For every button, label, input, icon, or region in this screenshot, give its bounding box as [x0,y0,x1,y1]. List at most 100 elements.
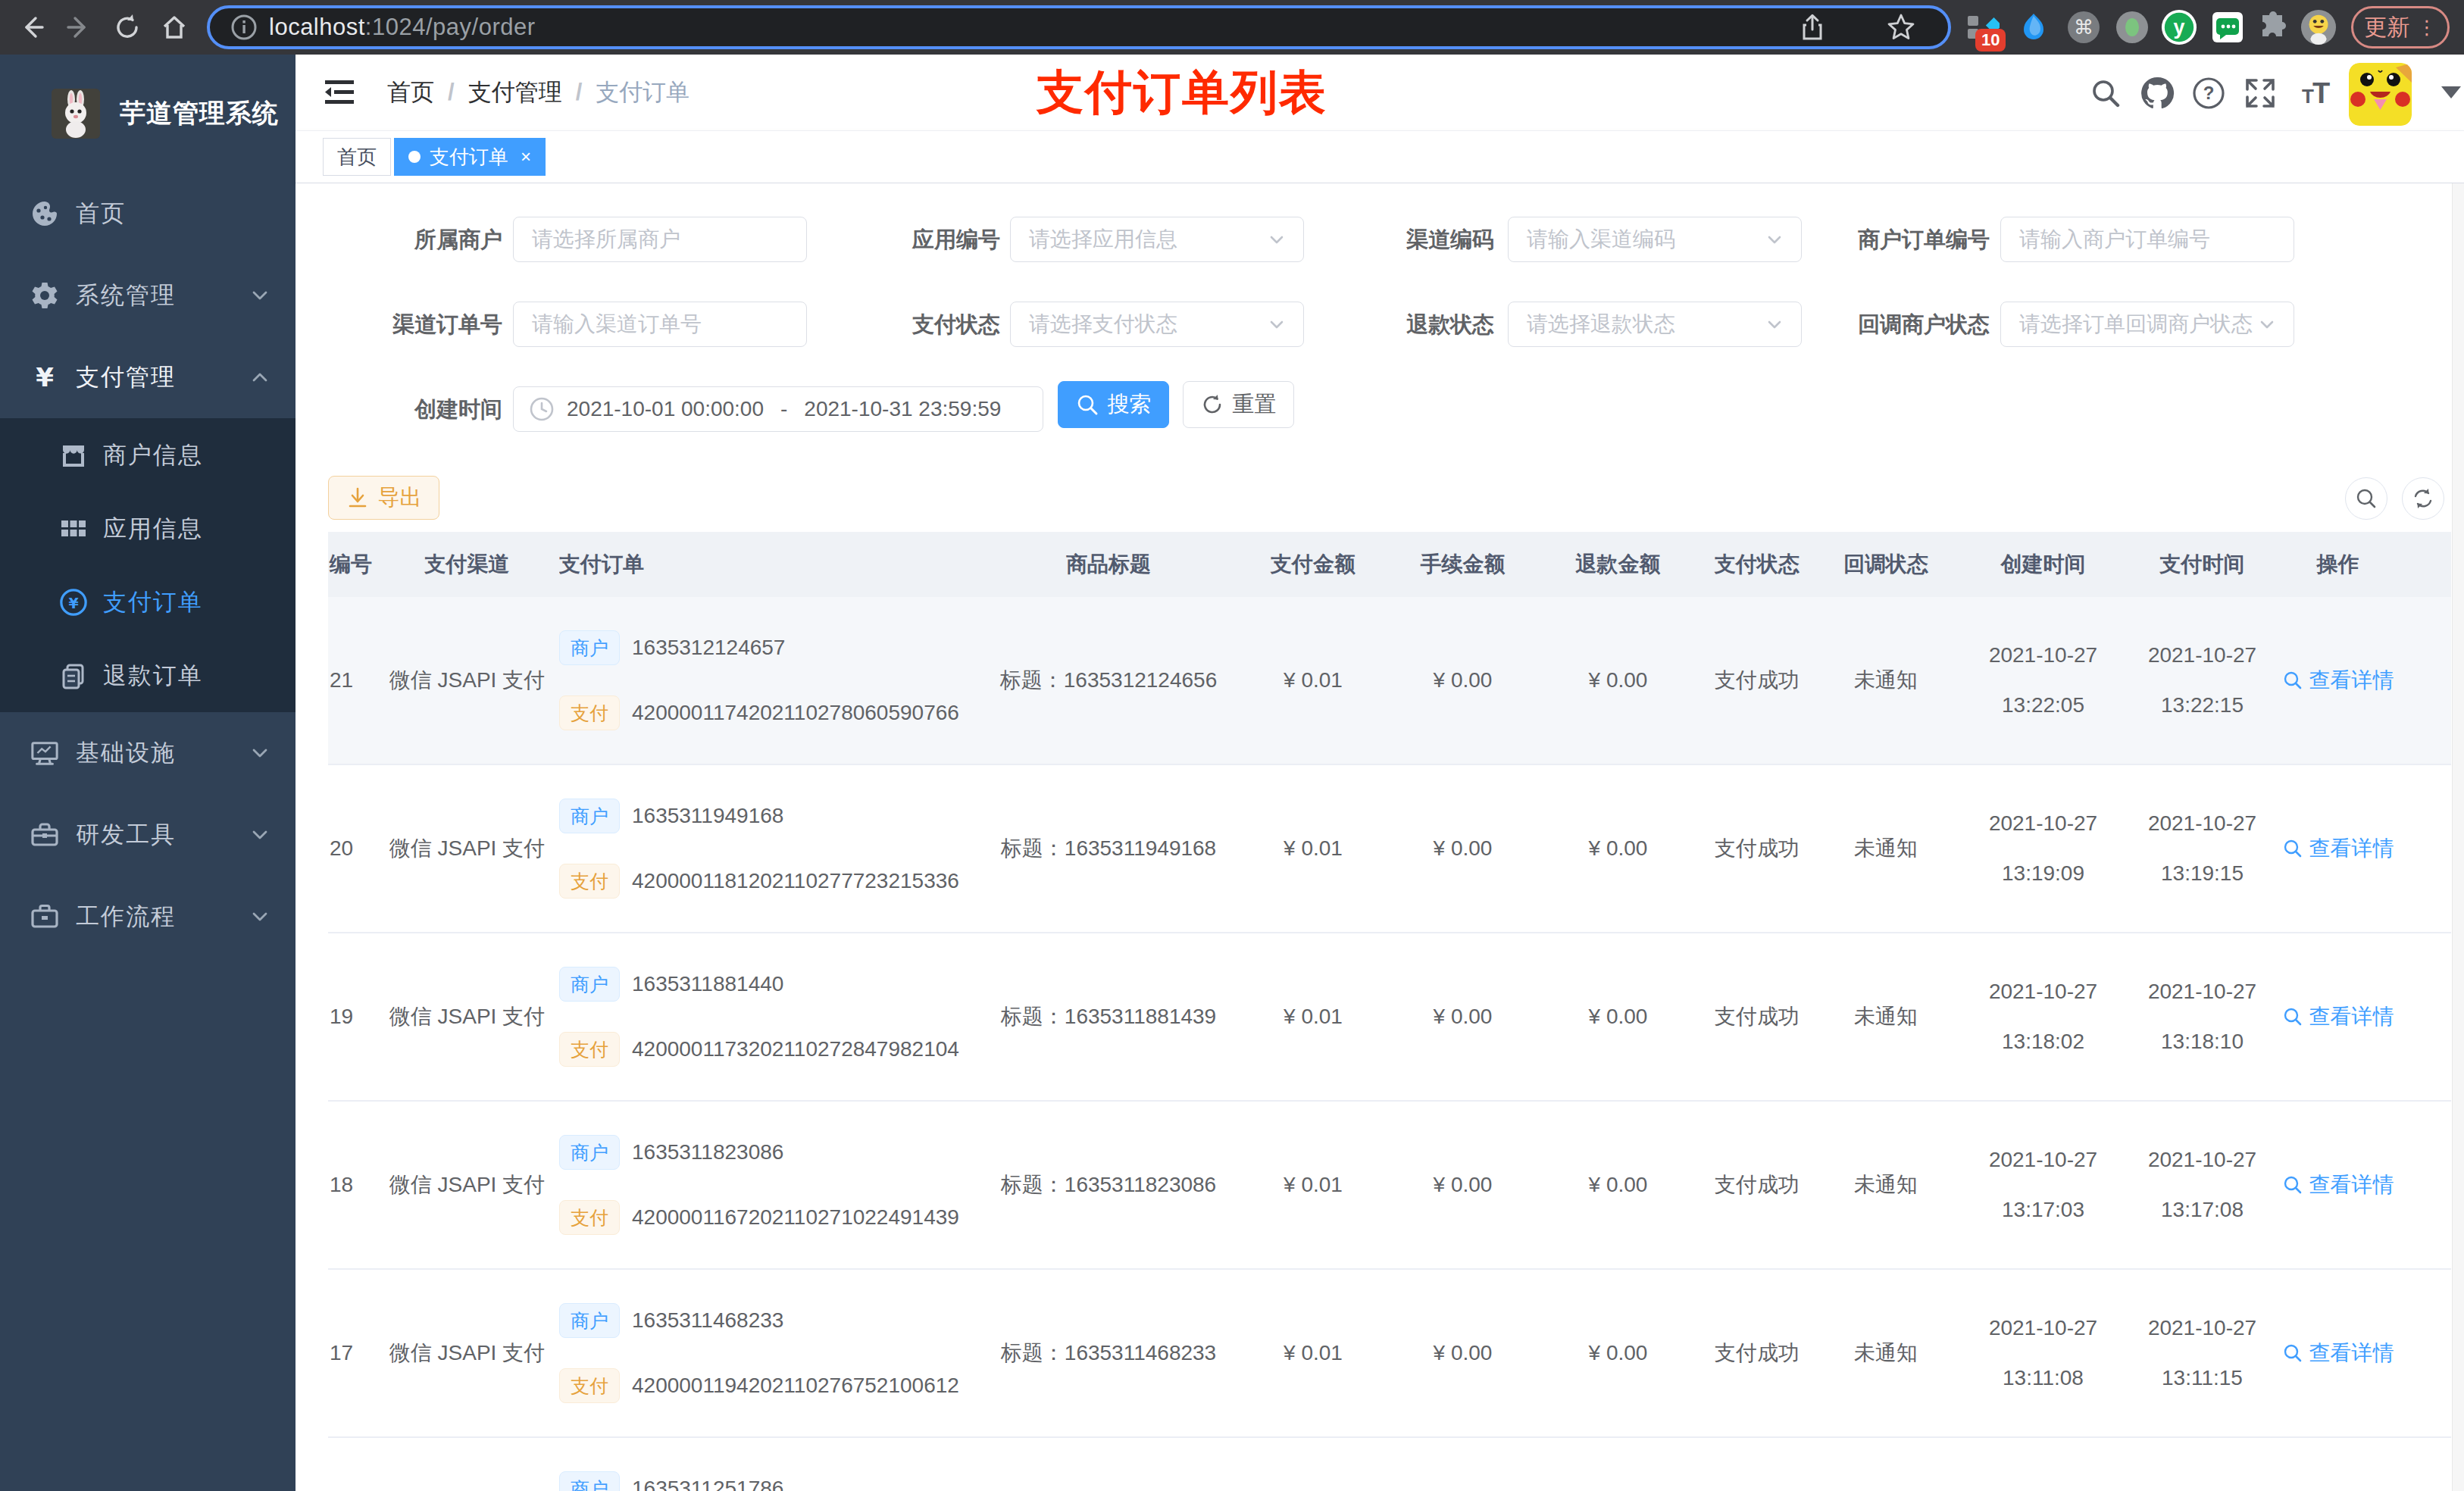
sidebar-item-7[interactable]: 基础设施 [0,712,295,794]
cell-actions [2272,1438,2404,1491]
table-refresh-button[interactable] [2402,477,2444,520]
app-logo[interactable]: 芋道管理系统 [0,55,295,173]
profile-avatar-icon[interactable] [2300,9,2337,45]
chevron-up-icon [250,367,270,387]
merchant-no: 1635311251786 [632,1472,783,1491]
cell-order-no: 商户1635312124657 支付4200001174202110278060… [559,597,976,764]
extensions-puzzle-icon[interactable] [2255,9,2291,45]
cell-refund: ¥ 0.00 [1540,1270,1696,1436]
tab-close-icon[interactable]: × [521,146,531,167]
svg-text:⌘: ⌘ [2074,16,2093,39]
cell-id: 18 [328,1102,375,1268]
help-icon[interactable]: ? [2191,76,2226,111]
sidebar-item-2[interactable]: ¥支付管理 [0,336,295,418]
cell-channel [375,1438,559,1491]
col-header-10: 支付时间 [2133,532,2272,597]
orders-table: 编号支付渠道支付订单商品标题支付金额手续金额退款金额支付状态回调状态创建时间支付… [328,532,2451,1491]
table-search-toggle-button[interactable] [2345,477,2387,520]
scrollbar-track[interactable] [2452,183,2464,1491]
sidebar-menu: 首页系统管理¥支付管理商户信息应用信息¥支付订单退款订单基础设施研发工具工作流程 [0,173,295,958]
sidebar-item-4[interactable]: 应用信息 [0,492,295,565]
cell-actions: 查看详情 [2272,765,2404,932]
filter-field-3[interactable]: 请输入商户订单编号 [2000,217,2294,262]
table-row[interactable]: 17 微信 JSAPI 支付 商户1635311468233 支付4200001… [328,1270,2451,1438]
cell-id: 17 [328,1270,375,1436]
table-row[interactable]: 19 微信 JSAPI 支付 商户1635311881440 支付4200001… [328,933,2451,1102]
view-detail-link[interactable]: 查看详情 [2282,1336,2394,1370]
view-detail-link[interactable]: 查看详情 [2282,1168,2394,1202]
sidebar-collapse-icon[interactable] [324,77,355,108]
cell-status: 支付成功 [1696,765,1818,932]
user-avatar[interactable] [2349,63,2412,126]
cell-channel: 微信 JSAPI 支付 [375,1270,559,1436]
tab-pay-order[interactable]: 支付订单 × [394,138,546,176]
active-tab-dot [408,151,421,163]
cell-pay-time: 2021-10-2713:18:10 [2133,933,2272,1100]
merchant-tag: 商户 [559,1303,620,1338]
sidebar-item-9[interactable]: 工作流程 [0,876,295,958]
cell-pay-time: 2021-10-2713:11:15 [2133,1270,2272,1436]
table-row[interactable]: 18 微信 JSAPI 支付 商户1635311823086 支付4200001… [328,1102,2451,1270]
merchant-tag: 商户 [559,630,620,665]
fullscreen-icon[interactable] [2243,76,2278,111]
extension-recorder-icon[interactable] [2114,9,2150,45]
sidebar-item-1[interactable]: 系统管理 [0,255,295,336]
sidebar-item-3[interactable]: 商户信息 [0,418,295,492]
cell-refund: ¥ 0.00 [1540,933,1696,1100]
svg-text:¥: ¥ [68,594,78,611]
font-size-icon[interactable]: TT [2296,76,2331,111]
reset-button[interactable]: 重置 [1183,381,1294,428]
table-row[interactable]: 商户 1635311251786 [328,1438,2451,1491]
browser-forward-icon[interactable] [62,11,95,44]
browser-home-icon[interactable] [158,11,191,44]
bookmark-star-icon[interactable] [1886,8,1916,46]
tab-home[interactable]: 首页 [323,138,391,176]
address-bar[interactable]: localhost:1024/pay/order [207,5,1951,49]
extension-command-icon[interactable]: ⌘ [2065,9,2102,45]
filter-label-5: 支付状态 [743,302,1000,347]
filter-field-7[interactable]: 请选择订单回调商户状态 [2000,302,2294,347]
extension-badge: 10 [1975,29,2006,52]
github-icon[interactable] [2140,76,2175,111]
site-info-icon[interactable] [230,13,258,42]
breadcrumb-pay[interactable]: 支付管理 [468,77,562,108]
cell-actions: 查看详情 [2272,597,2404,764]
merchant-tag: 商户 [559,1471,620,1491]
sidebar-item-6[interactable]: 退款订单 [0,639,295,712]
col-header-8: 回调状态 [1818,532,1953,597]
cell-fee: ¥ 0.00 [1385,1102,1540,1268]
extension-y-icon[interactable]: y [2161,9,2197,45]
view-detail-link[interactable]: 查看详情 [2282,1000,2394,1033]
cell-status: 支付成功 [1696,1270,1818,1436]
share-icon[interactable] [1798,8,1827,46]
view-detail-label: 查看详情 [2309,1168,2394,1202]
table-row[interactable]: 21 微信 JSAPI 支付 商户1635312124657 支付4200001… [328,597,2451,765]
browser-reload-icon[interactable] [111,11,144,44]
cell-amount: ¥ 0.01 [1241,1102,1385,1268]
col-header-6: 退款金额 [1540,532,1696,597]
sidebar-item-8[interactable]: 研发工具 [0,794,295,876]
sidebar-item-0[interactable]: 首页 [0,173,295,255]
browser-update-button[interactable]: 更新 ⋮ [2351,6,2450,48]
sidebar-item-5[interactable]: ¥支付订单 [0,565,295,639]
cell-status: 支付成功 [1696,597,1818,764]
cell-fee: ¥ 0.00 [1385,765,1540,932]
view-detail-link[interactable]: 查看详情 [2282,832,2394,865]
clock-icon [529,396,555,422]
search-icon[interactable] [2088,76,2123,111]
create-time-range-picker[interactable]: 2021-10-01 00:00:00 - 2021-10-31 23:59:5… [513,386,1043,432]
pay-no: 4200001181202110277723215336 [632,864,959,898]
export-button[interactable]: 导出 [328,476,439,520]
table-row[interactable]: 20 微信 JSAPI 支付 商户1635311949168 支付4200001… [328,765,2451,933]
view-detail-link[interactable]: 查看详情 [2282,664,2394,697]
extension-gem-icon[interactable] [2015,9,2052,45]
view-detail-label: 查看详情 [2309,1000,2394,1033]
extension-chat-icon[interactable] [2209,9,2246,45]
pay-no: 4200001167202110271022491439 [632,1201,959,1234]
avatar-dropdown-caret[interactable] [2441,86,2461,98]
svg-text:?: ? [2203,83,2215,103]
cell-id: 20 [328,765,375,932]
browser-back-icon[interactable] [15,11,48,44]
breadcrumb-home[interactable]: 首页 [387,77,434,108]
search-button[interactable]: 搜索 [1058,381,1169,428]
